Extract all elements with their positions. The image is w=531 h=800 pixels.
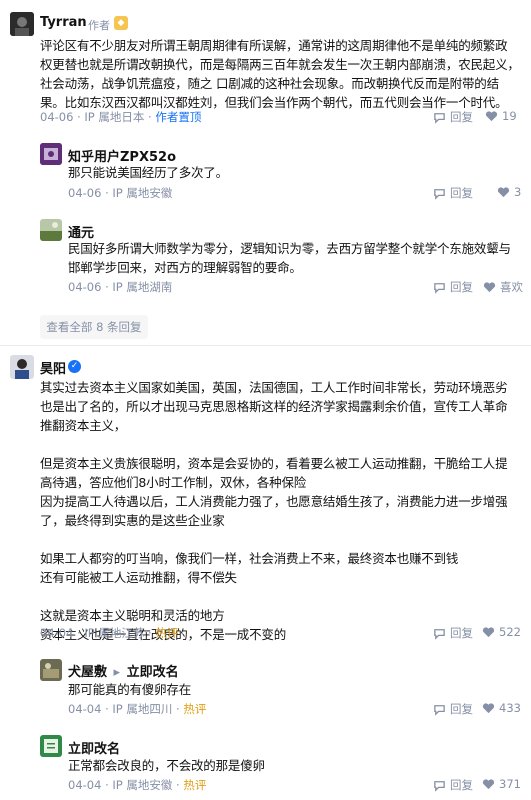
- ip-location: IP 属地安徽: [112, 778, 173, 792]
- hot-comment-label: 热评: [155, 626, 179, 640]
- commenter-name[interactable]: 立即改名: [68, 738, 120, 757]
- comment-meta: 04-04 · IP 属地江苏 · 热评: [40, 626, 179, 640]
- avatar[interactable]: [40, 143, 62, 165]
- comment-date: 04-06: [68, 186, 102, 200]
- comment-meta: 04-04 · IP 属地安徽 · 热评: [68, 778, 207, 792]
- like-button[interactable]: 喜欢: [483, 279, 523, 295]
- hot-comment-label: 热评: [183, 778, 207, 792]
- like-button[interactable]: 433: [482, 701, 521, 715]
- pinned-label: 作者置顶: [155, 110, 202, 124]
- reply-icon: [434, 282, 445, 294]
- avatar[interactable]: [10, 355, 34, 379]
- comment-text: 评论区有不少朋友对所谓王朝周期律有所误解，通常讲的这周期律他不是单纯的频繁政 权…: [40, 38, 520, 110]
- comment-meta: 04-06 · IP 属地日本 · 作者置顶: [40, 110, 202, 124]
- author-tag: 作者: [88, 19, 110, 32]
- heart-icon: [482, 626, 495, 637]
- ip-location: IP 属地安徽: [112, 186, 173, 200]
- heart-icon: [482, 778, 495, 789]
- reply-icon: [434, 628, 445, 640]
- reply-button[interactable]: 回复: [433, 625, 473, 641]
- avatar[interactable]: [40, 735, 62, 757]
- reply-button[interactable]: 回复: [433, 185, 473, 201]
- ip-location: IP 属地日本: [84, 110, 145, 124]
- creator-badge-icon: ◆: [114, 16, 128, 30]
- heart-icon: [485, 110, 498, 121]
- comment-text: 其实过去资本主义国家如美国，英国，法国德国，工人工作时间非常长，劳动环境恶劣 也…: [40, 380, 508, 642]
- avatar[interactable]: [10, 12, 34, 36]
- reply-button[interactable]: 回复: [433, 109, 473, 125]
- comment-meta: 04-04 · IP 属地四川 · 热评: [68, 702, 207, 716]
- reply-button[interactable]: 回复: [433, 701, 473, 717]
- reply-icon: [434, 780, 445, 792]
- commenter-name[interactable]: 犬屋敷: [68, 665, 107, 680]
- avatar[interactable]: [40, 219, 62, 241]
- reply-arrow-icon: ▸: [113, 665, 121, 680]
- comment-date: 04-06: [40, 110, 74, 124]
- view-all-replies-button[interactable]: 查看全部 8 条回复: [40, 315, 148, 339]
- like-button[interactable]: 19: [485, 109, 517, 123]
- comment-text: 那可能真的有傻卵存在: [68, 682, 192, 697]
- reply-target-name[interactable]: 立即改名: [127, 665, 179, 680]
- reply-icon: [434, 704, 445, 716]
- reply-button[interactable]: 回复: [433, 777, 473, 793]
- like-button[interactable]: 371: [482, 777, 521, 791]
- ip-location: IP 属地四川: [112, 702, 173, 716]
- comment-date: 04-04: [68, 778, 102, 792]
- comment-text: 正常都会改良的，不会改的那是傻卵: [68, 758, 265, 773]
- reply-button[interactable]: 回复: [433, 279, 473, 295]
- commenter-name[interactable]: Tyrran: [40, 15, 87, 30]
- reply-header: 犬屋敷 ▸ 立即改名: [68, 661, 179, 680]
- comment-text: 那只能说美国经历了多次了。: [68, 165, 228, 180]
- reply-icon: [434, 188, 445, 200]
- divider: [0, 345, 531, 346]
- ip-location: IP 属地江苏: [84, 626, 145, 640]
- commenter-name[interactable]: 昊阳: [40, 358, 66, 377]
- heart-icon: [482, 702, 495, 713]
- hot-comment-label: 热评: [183, 702, 207, 716]
- comment-date: 04-04: [68, 702, 102, 716]
- ip-location: IP 属地湖南: [112, 280, 173, 294]
- heart-icon: [483, 281, 496, 292]
- avatar[interactable]: [40, 659, 62, 681]
- like-button[interactable]: 522: [482, 625, 521, 639]
- comment-meta: 04-06 · IP 属地湖南: [68, 280, 173, 294]
- comment-meta: 04-06 · IP 属地安徽: [68, 186, 173, 200]
- comment-date: 04-06: [68, 280, 102, 294]
- reply-icon: [434, 112, 445, 124]
- comment-date: 04-04: [40, 626, 74, 640]
- verified-icon: ✓: [68, 360, 81, 373]
- heart-icon: [497, 186, 510, 197]
- comment-text: 民国好多所谓大师数学为零分，逻辑知识为零，去西方留学整个就学个东施效颦与 邯郸学…: [68, 241, 511, 275]
- like-button[interactable]: 3: [497, 185, 521, 199]
